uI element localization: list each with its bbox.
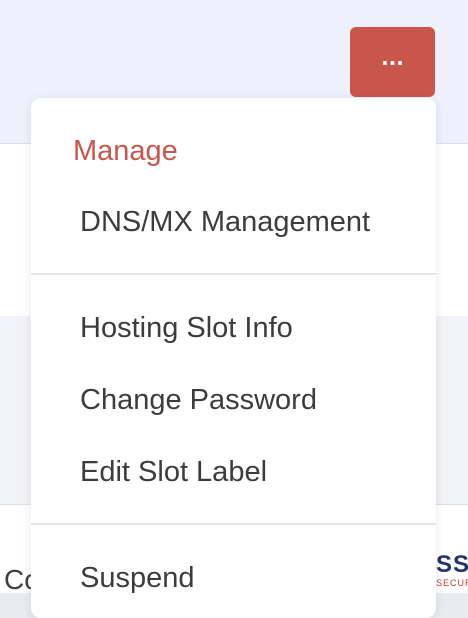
menu-item-edit-slot-label[interactable]: Edit Slot Label — [80, 454, 267, 490]
menu-item-suspend[interactable]: Suspend — [80, 560, 195, 596]
brand-logo: SS SECURE — [436, 552, 468, 592]
menu-divider — [31, 523, 436, 525]
more-actions-button[interactable]: ... — [350, 27, 435, 97]
manage-dropdown-menu — [31, 98, 436, 618]
menu-divider — [31, 273, 436, 275]
menu-item-hosting-slot-info[interactable]: Hosting Slot Info — [80, 310, 293, 346]
menu-item-change-password[interactable]: Change Password — [80, 382, 317, 418]
brand-logo-subtext: SECURE — [436, 578, 468, 588]
brand-logo-text: SS — [436, 552, 468, 578]
menu-item-dns-mx-management[interactable]: DNS/MX Management — [80, 204, 370, 240]
menu-header-manage: Manage — [73, 135, 178, 167]
